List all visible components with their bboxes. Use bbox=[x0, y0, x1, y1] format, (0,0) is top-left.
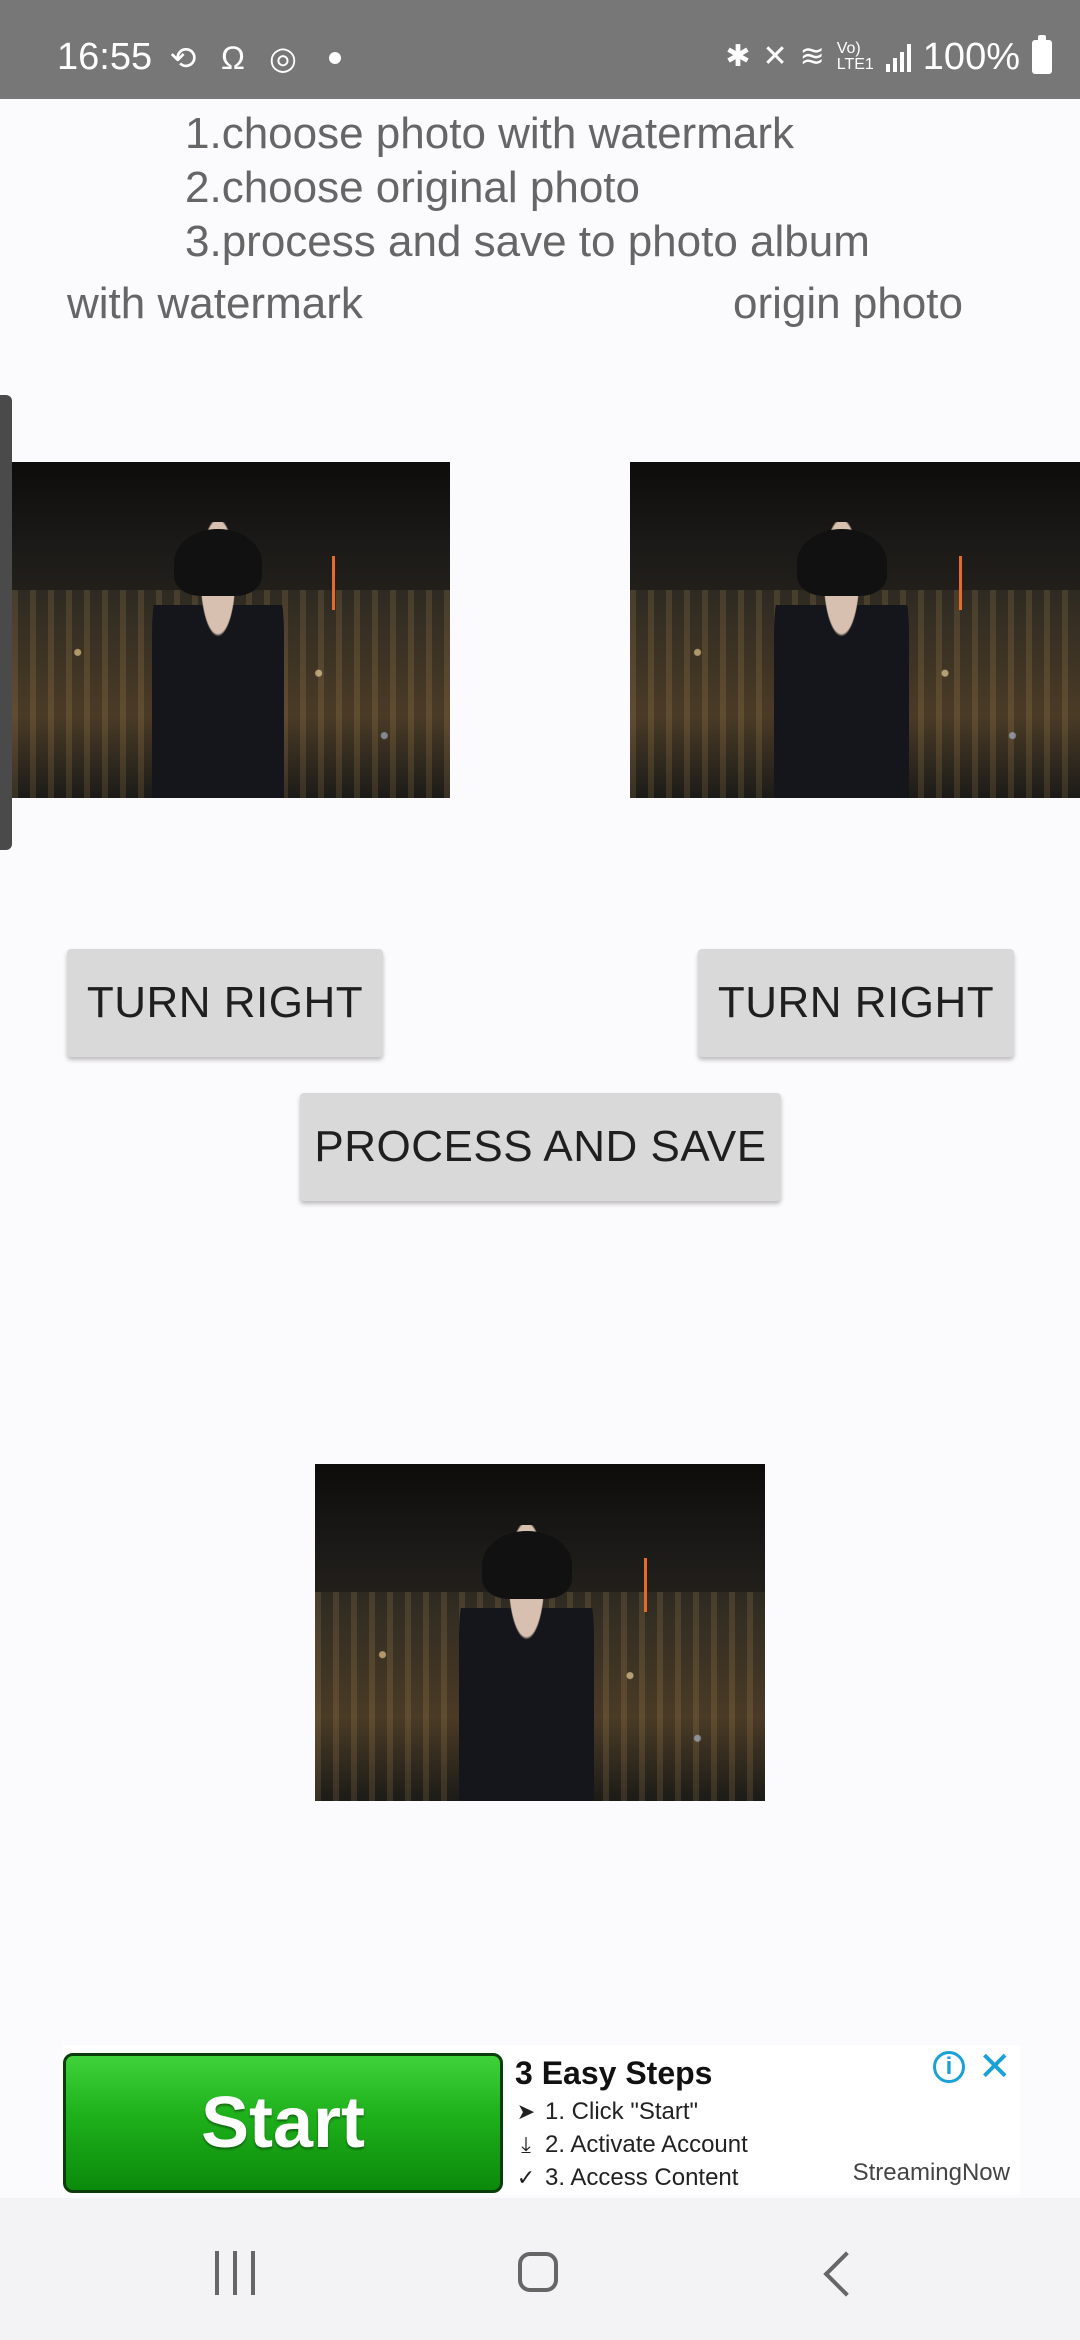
instruction-step-3: 3.process and save to photo album bbox=[185, 217, 870, 266]
status-right-icons: ✱ ✕ ≋ Vo) LTE1 100% bbox=[725, 35, 1052, 78]
instagram-icon: ◎ bbox=[269, 40, 297, 76]
mute-icon: ✕ bbox=[762, 40, 788, 73]
wifi-icon: ≋ bbox=[799, 40, 825, 73]
origin-photo[interactable] bbox=[630, 462, 1080, 798]
watermark-photo-label: with watermark bbox=[67, 279, 363, 328]
back-icon[interactable] bbox=[823, 2251, 869, 2297]
alarm-icon: Ω bbox=[221, 40, 245, 76]
origin-photo-label: origin photo bbox=[733, 279, 963, 328]
ad-close-icon[interactable]: ✕ bbox=[978, 2047, 1012, 2087]
volte-icon: Vo) LTE1 bbox=[836, 40, 874, 73]
download-icon: ⤓ bbox=[521, 2132, 531, 2157]
ad-start-button[interactable]: Start bbox=[63, 2053, 503, 2193]
ad-step-3: ✓ 3. Access Content bbox=[515, 2164, 739, 2192]
instruction-step-1: 1.choose photo with watermark bbox=[185, 109, 794, 158]
process-and-save-button[interactable]: PROCESS AND SAVE bbox=[300, 1093, 781, 1201]
check-circle-icon: ✓ bbox=[516, 2165, 536, 2190]
battery-icon bbox=[1032, 35, 1052, 74]
ad-step-1: ➤ 1. Click "Start" bbox=[515, 2098, 698, 2126]
ad-brand: StreamingNow bbox=[852, 2159, 1010, 2186]
home-icon[interactable] bbox=[518, 2252, 558, 2292]
ad-step-1-text: 1. Click "Start" bbox=[545, 2098, 699, 2125]
recents-icon[interactable] bbox=[215, 2251, 255, 2295]
bluetooth-icon: ✱ bbox=[725, 40, 751, 73]
cursor-icon: ➤ bbox=[516, 2099, 536, 2124]
dot-icon bbox=[329, 52, 341, 64]
ad-info-icon[interactable]: i bbox=[933, 2051, 965, 2083]
status-bar: 16:55 ⟲ Ω ◎ ✱ ✕ ≋ Vo) LTE1 100% bbox=[0, 0, 1080, 99]
ad-banner[interactable]: Start 3 Easy Steps ➤ 1. Click "Start" ⤓ … bbox=[63, 2045, 1020, 2195]
sync-icon: ⟲ bbox=[169, 40, 197, 76]
turn-right-watermark-button[interactable]: TURN RIGHT bbox=[67, 949, 383, 1057]
battery-percent: 100% bbox=[922, 36, 1020, 78]
status-left-icons: ⟲ Ω ◎ bbox=[165, 40, 341, 76]
status-time: 16:55 bbox=[57, 36, 153, 78]
turn-right-origin-button[interactable]: TURN RIGHT bbox=[698, 949, 1014, 1057]
ad-step-3-text: 3. Access Content bbox=[545, 2164, 739, 2191]
signal-icon bbox=[885, 42, 911, 72]
watermark-photo[interactable] bbox=[12, 462, 450, 798]
ad-step-2: ⤓ 2. Activate Account bbox=[515, 2131, 748, 2159]
ad-step-2-text: 2. Activate Account bbox=[545, 2131, 748, 2158]
result-photo bbox=[315, 1464, 765, 1801]
ad-title: 3 Easy Steps bbox=[515, 2055, 713, 2091]
navigation-bar bbox=[0, 2198, 1080, 2340]
instruction-step-2: 2.choose original photo bbox=[185, 163, 640, 212]
edge-panel-handle[interactable] bbox=[0, 395, 12, 850]
